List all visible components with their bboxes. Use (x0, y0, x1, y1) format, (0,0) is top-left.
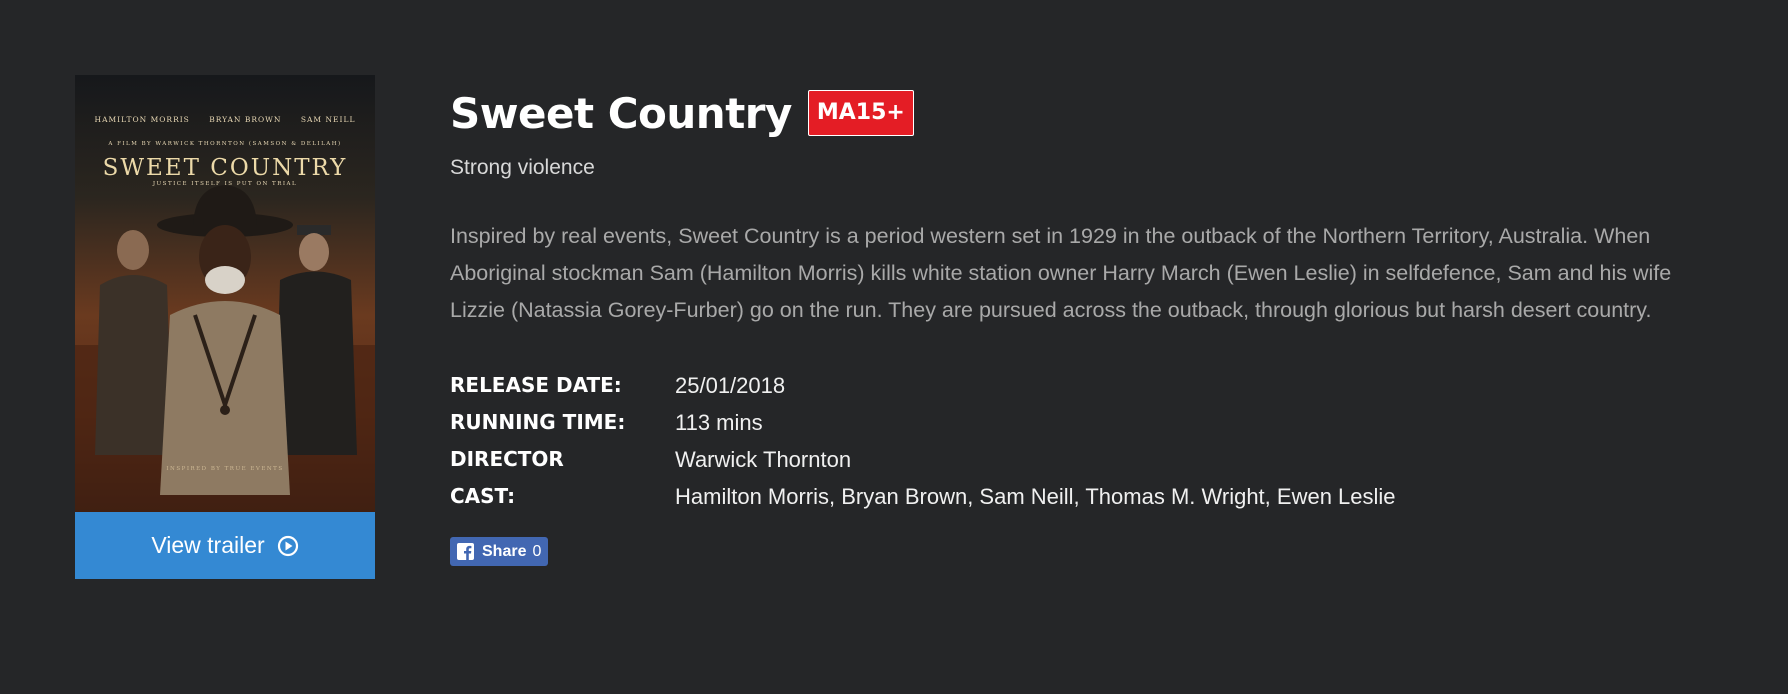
detail-value: Warwick Thornton (675, 447, 852, 472)
detail-value: Hamilton Morris, Bryan Brown, Sam Neill,… (675, 484, 1396, 509)
detail-row-release-date: RELEASE DATE: 25/01/2018 (450, 367, 1720, 404)
detail-value: 25/01/2018 (675, 373, 786, 398)
detail-row-cast: CAST: Hamilton Morris, Bryan Brown, Sam … (450, 478, 1720, 515)
detail-row-director: DIRECTOR Warwick Thornton (450, 441, 1720, 478)
detail-value: 113 mins (675, 410, 763, 435)
synopsis: Inspired by real events, Sweet Country i… (450, 224, 1672, 322)
play-circle-icon (277, 535, 299, 557)
detail-label: DIRECTOR (450, 447, 564, 471)
poster-bottom-text: INSPIRED BY TRUE EVENTS (166, 466, 284, 472)
poster-tagline: JUSTICE ITSELF IS PUT ON TRIAL (152, 181, 298, 187)
view-trailer-label: View trailer (151, 532, 265, 558)
poster-actor-2: BRYAN BROWN (209, 115, 282, 124)
title-row: Sweet Country MA15+ (450, 85, 1720, 141)
poster-credit: A FILM BY WARWICK THORNTON (SAMSON & DEL… (108, 141, 342, 147)
rating-reason: Strong violence (450, 156, 595, 179)
facebook-share-button[interactable]: Share 0 (450, 537, 549, 566)
poster-title: SWEET COUNTRY (102, 155, 348, 181)
rating-badge: MA15+ (807, 90, 914, 136)
details-list: RELEASE DATE: 25/01/2018 RUNNING TIME: 1… (450, 367, 1720, 515)
detail-label: RUNNING TIME: (450, 410, 626, 434)
poster-actor-3: SAM NEILL (300, 115, 356, 124)
movie-title: Sweet Country (450, 88, 792, 138)
movie-detail-page: HAMILTON MORRIS BRYAN BROWN SAM NEILL A … (0, 0, 1788, 694)
facebook-icon (457, 543, 474, 560)
view-trailer-button[interactable]: View trailer (75, 512, 375, 579)
poster-column: HAMILTON MORRIS BRYAN BROWN SAM NEILL A … (75, 75, 375, 579)
poster-actor-1: HAMILTON MORRIS (94, 115, 190, 124)
detail-label: CAST: (450, 484, 516, 508)
movie-info: Sweet Country MA15+ Strong violence Insp… (450, 85, 1720, 566)
detail-row-running-time: RUNNING TIME: 113 mins (450, 404, 1720, 441)
share-count: 0 (532, 542, 542, 560)
detail-label: RELEASE DATE: (450, 373, 622, 397)
movie-poster: HAMILTON MORRIS BRYAN BROWN SAM NEILL A … (75, 75, 375, 512)
share-label: Share (482, 542, 527, 560)
poster-actors: HAMILTON MORRIS BRYAN BROWN SAM NEILL (75, 115, 375, 124)
